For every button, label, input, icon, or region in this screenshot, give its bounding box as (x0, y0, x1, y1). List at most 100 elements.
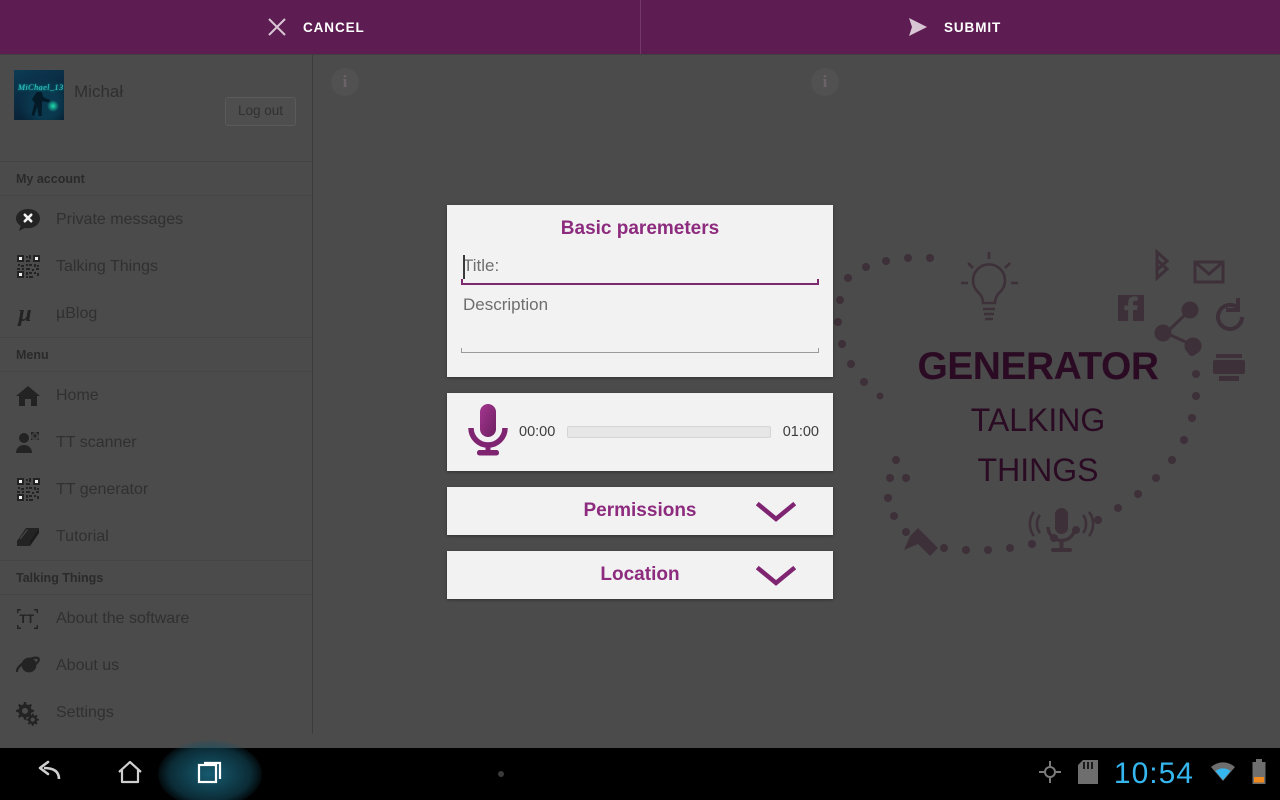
sidebar-item-label: Talking Things (56, 257, 158, 275)
watermark-line-3: THINGS (977, 452, 1099, 488)
bluetooth-icon (1155, 248, 1170, 282)
home-outline-icon (116, 758, 144, 791)
sidebar-item-home[interactable]: Home (0, 372, 312, 419)
book-icon (14, 523, 42, 551)
profile-name: Michał (74, 82, 124, 101)
avatar-glow (47, 100, 59, 112)
qr-code-icon (14, 476, 42, 504)
back-arrow-icon (35, 759, 65, 790)
send-icon (906, 15, 930, 39)
chevron-down-icon (755, 501, 797, 528)
permissions-section-toggle[interactable]: Permissions (447, 487, 833, 535)
cancel-half: CANCEL (0, 0, 640, 54)
android-navigation-bar: 10:54 (0, 740, 1280, 800)
section-group-my-account: Private messages Talking Things µ µBlog (0, 196, 312, 338)
sidebar-item-tt-generator[interactable]: TT generator (0, 466, 312, 513)
share-network-icon (1154, 301, 1202, 355)
title-input-underline (461, 279, 819, 285)
planet-icon (14, 652, 42, 680)
section-header-my-account: My account (0, 162, 312, 196)
sidebar-item-label: Settings (56, 703, 114, 721)
gps-icon[interactable] (1038, 760, 1062, 789)
location-label: Location (600, 564, 680, 585)
sidebar-item-talking-things[interactable]: Talking Things (0, 243, 312, 290)
elapsed-time: 00:00 (519, 424, 556, 440)
battery-icon[interactable] (1252, 758, 1266, 790)
person-scan-icon (14, 429, 42, 457)
text-caret (463, 255, 465, 279)
section-group-talking-things: TT About the software About us Settings (0, 595, 312, 734)
mu-icon: µ (14, 300, 42, 328)
logout-button[interactable]: Log out (224, 97, 296, 126)
record-button[interactable] (461, 402, 515, 463)
lightbulb-icon (961, 252, 1018, 321)
nav-recent-apps-button[interactable] (158, 740, 262, 800)
dotted-speech-bubble (834, 254, 1200, 554)
recording-progress-bar[interactable] (567, 426, 771, 438)
envelope-icon (1193, 260, 1225, 284)
section-header-talking-things: Talking Things (0, 561, 312, 595)
close-icon (265, 15, 289, 39)
status-icons-tray: 10:54 (1038, 757, 1280, 791)
info-icon-right[interactable]: i (811, 68, 839, 96)
sidebar-item-ublog[interactable]: µ µBlog (0, 290, 312, 337)
sidebar-item-about-us[interactable]: About us (0, 642, 312, 689)
qr-code-icon (14, 253, 42, 281)
sidebar-item-label: TT scanner (56, 433, 137, 451)
pencil-icon (904, 528, 938, 556)
refresh-icon (1216, 298, 1244, 331)
sidebar-item-label: About us (56, 656, 120, 674)
location-section-toggle[interactable]: Location (447, 551, 833, 599)
cancel-button[interactable]: CANCEL (265, 15, 365, 39)
section-group-menu: Home TT scanner TT generator Tutorial (0, 372, 312, 561)
top-action-bar: CANCEL SUBMIT (0, 0, 1280, 55)
wifi-icon[interactable] (1210, 761, 1236, 788)
watermark-graphic (834, 248, 1245, 556)
submit-half: SUBMIT (640, 0, 1280, 54)
gears-icon (14, 699, 42, 727)
info-icon-left[interactable]: i (331, 68, 359, 96)
avatar-username-text: MiChael_13 (18, 82, 64, 92)
watermark-line-1: GENERATOR (917, 345, 1159, 388)
chevron-down-icon (755, 565, 797, 592)
svg-text:µ: µ (17, 301, 32, 327)
description-input[interactable] (461, 293, 819, 347)
facebook-icon (1118, 295, 1144, 322)
sidebar: MiChael_13 Michał Log out My account Pri… (0, 55, 313, 734)
basic-parameters-title: Basic paremeters (560, 218, 720, 239)
tt-tag-icon: TT (14, 605, 42, 633)
sidebar-item-label: µBlog (56, 304, 98, 322)
basic-parameters-card: Basic paremeters (447, 205, 833, 377)
duration-time: 01:00 (782, 424, 819, 440)
sidebar-profile: MiChael_13 Michał Log out (0, 55, 312, 162)
screen-root: CANCEL SUBMIT MiChael_13 Michał Log out … (0, 0, 1280, 800)
nav-menu-dot (498, 771, 504, 777)
nav-back-button[interactable] (10, 748, 90, 800)
submit-label: SUBMIT (944, 19, 1002, 35)
title-input[interactable] (461, 254, 819, 283)
sidebar-item-label: TT generator (56, 480, 149, 498)
avatar: MiChael_13 (14, 70, 64, 120)
submit-button[interactable]: SUBMIT (906, 15, 1001, 39)
sd-card-icon[interactable] (1077, 759, 1098, 789)
generator-watermark: GENERATOR TALKING THINGS (818, 230, 1258, 580)
microphone-icon (1028, 508, 1095, 552)
description-input-underline (461, 348, 819, 353)
microphone-icon (465, 402, 511, 463)
cancel-label: CANCEL (303, 19, 365, 35)
sidebar-item-about-the-software[interactable]: TT About the software (0, 595, 312, 642)
sidebar-item-tutorial[interactable]: Tutorial (0, 513, 312, 560)
title-field-group (461, 254, 819, 285)
sidebar-item-private-messages[interactable]: Private messages (0, 196, 312, 243)
audio-recorder-card: 00:00 01:00 (447, 393, 833, 471)
sidebar-item-tt-scanner[interactable]: TT scanner (0, 419, 312, 466)
status-clock: 10:54 (1113, 757, 1194, 790)
home-icon (14, 382, 42, 410)
svg-text:TT: TT (20, 612, 35, 626)
description-field-group (461, 293, 819, 353)
sidebar-item-label: Tutorial (56, 527, 109, 545)
permissions-label: Permissions (583, 500, 697, 521)
printer-icon (1213, 354, 1245, 381)
sidebar-item-settings[interactable]: Settings (0, 689, 312, 734)
recent-apps-icon (196, 758, 224, 791)
